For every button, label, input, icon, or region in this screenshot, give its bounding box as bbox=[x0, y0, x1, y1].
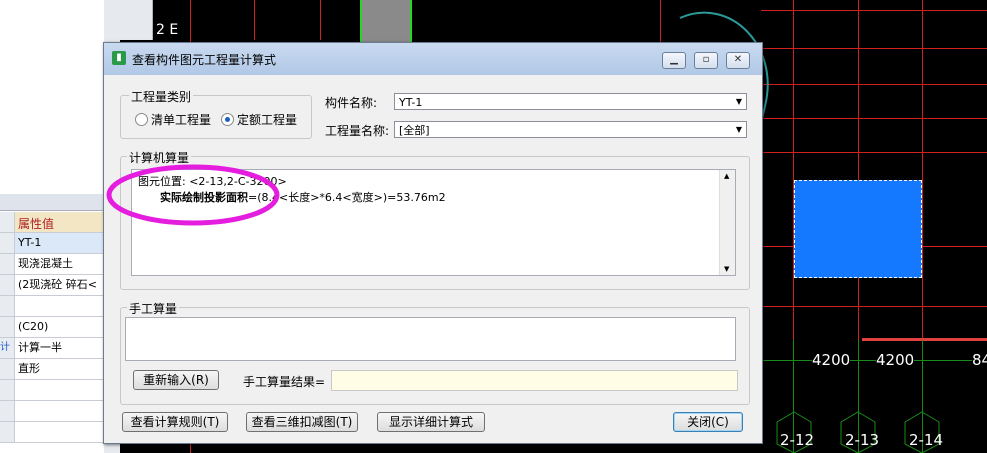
property-row[interactable]: 计计算一半 bbox=[0, 338, 104, 359]
row-marker: 计 bbox=[0, 338, 15, 358]
property-column-header: 属性值 bbox=[0, 212, 104, 233]
column-element[interactable] bbox=[360, 0, 412, 42]
reinput-button[interactable]: 重新输入(R) bbox=[133, 370, 219, 390]
quantity-name-label: 工程量名称: bbox=[325, 124, 390, 138]
close-icon: ✕ bbox=[733, 54, 743, 65]
dimension-label: 84 bbox=[972, 351, 987, 369]
component-name-select[interactable]: YT-1 ▼ bbox=[394, 93, 747, 110]
property-row[interactable]: (C20) bbox=[0, 317, 104, 338]
quantity-name-value: [全部] bbox=[399, 124, 430, 137]
property-row[interactable] bbox=[0, 401, 104, 422]
manual-result-field[interactable] bbox=[331, 370, 738, 391]
close-window-button[interactable]: ✕ bbox=[726, 52, 750, 69]
close-button[interactable]: 关闭(C) bbox=[673, 412, 743, 432]
property-value: YT-1 bbox=[18, 236, 42, 249]
grid-line bbox=[793, 0, 794, 340]
property-row[interactable] bbox=[0, 296, 104, 317]
dialog-titlebar[interactable]: ▮ 查看构件图元工程量计算式 ▁ ▫ ✕ bbox=[104, 43, 762, 75]
grid-line bbox=[761, 152, 987, 153]
grid-line bbox=[922, 0, 923, 340]
grid-line bbox=[761, 84, 987, 85]
scroll-down-icon[interactable]: ▼ bbox=[724, 265, 729, 273]
show-detail-formula-button[interactable]: 显示详细计算式 bbox=[377, 412, 485, 432]
component-name-value: YT-1 bbox=[399, 96, 423, 109]
property-value: 现浇混凝土 bbox=[18, 257, 73, 270]
dialog-title: 查看构件图元工程量计算式 bbox=[132, 53, 277, 67]
property-row[interactable]: (2现浇砼 碎石< bbox=[0, 275, 104, 296]
grid-line bbox=[761, 306, 987, 307]
radio-dinge-label[interactable]: 定额工程量 bbox=[237, 111, 297, 128]
property-value: (2现浇砼 碎石< bbox=[18, 278, 98, 291]
quantity-formula-dialog: ▮ 查看构件图元工程量计算式 ▁ ▫ ✕ 工程量类别 清单工程量 定额工程量 构… bbox=[103, 42, 763, 444]
dimension-label: 4200 bbox=[876, 351, 915, 369]
radio-qingdan-label[interactable]: 清单工程量 bbox=[151, 111, 211, 128]
minimize-button[interactable]: ▁ bbox=[662, 52, 686, 69]
axis-label: 2-13 bbox=[845, 431, 880, 449]
view-3d-deduction-button[interactable]: 查看三维扣减图(T) bbox=[246, 412, 358, 432]
quantity-category-group: 工程量类别 清单工程量 定额工程量 bbox=[120, 88, 312, 139]
grid-line bbox=[761, 118, 987, 119]
component-name-label: 构件名称: bbox=[325, 96, 378, 110]
app-icon: ▮ bbox=[112, 51, 126, 65]
property-row[interactable]: YT-1 bbox=[0, 233, 104, 254]
selected-balcony-element[interactable] bbox=[794, 180, 922, 278]
manual-calc-input[interactable] bbox=[125, 317, 736, 361]
vertical-scrollbar[interactable]: ▲ ▼ bbox=[719, 170, 735, 275]
axis-label-top: 2 E bbox=[156, 22, 179, 38]
axis-label: 2-12 bbox=[780, 431, 815, 449]
scroll-up-icon[interactable]: ▲ bbox=[724, 172, 729, 180]
property-value: 计算一半 bbox=[18, 341, 62, 354]
property-row[interactable] bbox=[0, 422, 104, 443]
axis-label: 2-14 bbox=[909, 431, 944, 449]
property-value: (C20) bbox=[18, 320, 49, 333]
property-value: 直形 bbox=[18, 362, 40, 375]
chevron-down-icon[interactable]: ▼ bbox=[732, 122, 746, 137]
manual-result-label: 手工算量结果= bbox=[243, 375, 326, 389]
grid-line bbox=[761, 10, 987, 11]
property-row[interactable] bbox=[0, 380, 104, 401]
radio-qingdan[interactable] bbox=[135, 113, 148, 126]
beam-line bbox=[862, 338, 987, 341]
left-toolbar[interactable] bbox=[120, 0, 153, 40]
highlight-annotation bbox=[106, 164, 280, 226]
view-calc-rules-button[interactable]: 查看计算规则(T) bbox=[122, 412, 228, 432]
maximize-button[interactable]: ▫ bbox=[694, 52, 718, 69]
panel-header-strip bbox=[0, 194, 104, 211]
grid-line bbox=[254, 0, 255, 40]
property-row[interactable]: 现浇混凝土 bbox=[0, 254, 104, 275]
grid-line bbox=[761, 48, 987, 49]
quantity-name-select[interactable]: [全部] ▼ bbox=[394, 121, 747, 138]
dimension-line bbox=[761, 360, 987, 361]
radio-dinge[interactable] bbox=[221, 113, 234, 126]
property-row[interactable]: 直形 bbox=[0, 359, 104, 380]
maximize-icon: ▫ bbox=[702, 54, 710, 65]
grid-line bbox=[858, 0, 859, 340]
property-value-header: 属性值 bbox=[18, 217, 55, 231]
quantity-category-label: 工程量类别 bbox=[129, 88, 194, 105]
chevron-down-icon[interactable]: ▼ bbox=[732, 94, 746, 109]
dimension-label: 4200 bbox=[812, 351, 851, 369]
grid-line bbox=[320, 0, 321, 40]
manual-calc-group: 手工算量 重新输入(R) 手工算量结果= bbox=[120, 300, 750, 405]
minimize-icon: ▁ bbox=[670, 54, 678, 65]
manual-calc-label: 手工算量 bbox=[127, 300, 180, 317]
